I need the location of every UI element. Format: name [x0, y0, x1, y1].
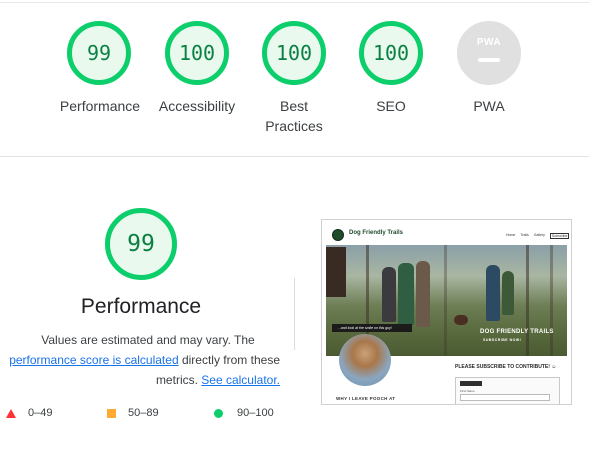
performance-detail-score: 99	[127, 231, 155, 257]
legend-average: 50–89	[107, 407, 159, 419]
form-label: First Name	[460, 389, 475, 393]
performance-detail-title: Performance	[80, 295, 202, 318]
best-practices-label[interactable]: Best Practices	[244, 96, 344, 136]
site-nav-gallery: Gallery	[533, 233, 545, 237]
seo-score: 100	[372, 41, 410, 65]
best-practices-label-line2: Practices	[265, 118, 323, 134]
subscribe-form: First Name	[455, 377, 560, 404]
hero-subtitle: SUBSCRIBE NOW!	[483, 338, 522, 342]
performance-gauge[interactable]: 99	[67, 21, 131, 85]
seo-gauge[interactable]: 100	[359, 21, 423, 85]
barn-shape	[326, 247, 346, 297]
performance-description: Values are estimated and may vary. The p…	[4, 330, 280, 390]
site-name: Dog Friendly Trails	[349, 230, 404, 236]
description-mid: directly from these	[178, 353, 280, 367]
hiker-figure	[502, 271, 514, 315]
performance-score-link[interactable]: performance score is calculated	[9, 353, 178, 367]
hiker-figure	[486, 265, 500, 321]
square-icon	[107, 408, 116, 418]
seo-label[interactable]: SEO	[341, 96, 441, 116]
hiker-figure	[382, 267, 396, 322]
section-divider	[0, 156, 589, 157]
description-line3: metrics.	[155, 373, 202, 387]
site-nav: Home Trails Gallery Subscribe	[506, 233, 570, 239]
tree-trunk	[550, 245, 553, 356]
best-practices-score: 100	[275, 41, 313, 65]
top-divider	[0, 2, 589, 3]
site-header: Dog Friendly Trails Home Trails Gallery …	[322, 220, 571, 244]
dog-photo	[339, 334, 391, 386]
why-heading: WHY I LEAVE POOCH AT	[336, 396, 396, 401]
site-nav-trails: Trails	[520, 233, 529, 237]
hiker-figure	[398, 263, 414, 325]
vertical-divider	[294, 278, 295, 350]
site-nav-home: Home	[506, 233, 516, 237]
legend-fail-range: 0–49	[28, 407, 53, 419]
accessibility-score: 100	[178, 41, 216, 65]
legend-average-range: 50–89	[128, 407, 159, 419]
legend-pass-range: 90–100	[237, 407, 274, 419]
dog-figure	[454, 315, 468, 325]
performance-label[interactable]: Performance	[50, 96, 150, 116]
tree-trunk	[444, 245, 447, 356]
site-logo-icon	[332, 229, 344, 241]
accessibility-label[interactable]: Accessibility	[147, 96, 247, 116]
legend-pass: 90–100	[214, 407, 274, 419]
pwa-badge-icon: PWA	[476, 36, 502, 48]
hiker-figure	[416, 261, 430, 327]
pwa-dash-icon	[478, 57, 500, 62]
photo-caption: ...and look at the smile on this guy!	[338, 326, 392, 330]
subscribe-heading: PLEASE SUBSCRIBE TO CONTRIBUTE! ☺	[455, 364, 557, 370]
performance-score: 99	[86, 41, 112, 65]
site-nav-subscribe: Subscribe	[549, 233, 570, 239]
performance-detail-gauge: 99	[105, 208, 177, 280]
triangle-icon	[6, 408, 16, 418]
accessibility-gauge[interactable]: 100	[165, 21, 229, 85]
legend-fail: 0–49	[6, 407, 52, 419]
description-line1: Values are estimated and may vary. The	[41, 333, 255, 347]
pwa-gauge[interactable]: PWA	[457, 21, 521, 85]
best-practices-label-line1: Best	[279, 98, 308, 114]
hero-title: DOG FRIENDLY TRAILS	[480, 329, 554, 335]
form-tab	[460, 381, 482, 386]
see-calculator-link[interactable]: See calculator.	[201, 373, 280, 387]
best-practices-gauge[interactable]: 100	[262, 21, 326, 85]
tree-trunk	[526, 245, 529, 356]
circle-icon	[214, 408, 223, 418]
page-screenshot[interactable]: Dog Friendly Trails Home Trails Gallery …	[321, 219, 572, 405]
pwa-label[interactable]: PWA	[439, 96, 539, 116]
form-input	[460, 394, 550, 401]
